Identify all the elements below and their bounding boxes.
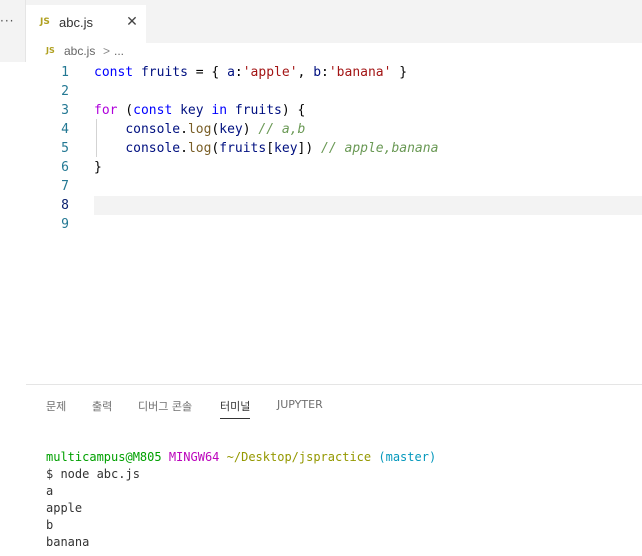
code-text: for (const key in fruits) { (94, 101, 305, 120)
code-line[interactable]: 5 console.log(fruits[key]) // apple,bana… (26, 139, 642, 158)
terminal-output-line: banana (46, 535, 90, 549)
code-text: } (94, 158, 102, 177)
code-token: } (94, 160, 102, 175)
code-token: ( (117, 103, 134, 118)
prompt-branch: (master) (378, 450, 437, 464)
line-number: 9 (61, 217, 69, 232)
code-token: . (180, 141, 188, 156)
line-number: 1 (61, 65, 69, 80)
code-token: log (187, 141, 212, 156)
tab-problems[interactable]: 문제 (46, 398, 66, 414)
terminal-prompt: multicampus@M805 MINGW64 ~/Desktop/jspra… (46, 449, 436, 466)
code-token: [ (266, 141, 275, 156)
code-line[interactable]: 9 (26, 215, 642, 234)
code-token: log (187, 122, 212, 137)
terminal-output-line: b (46, 518, 54, 532)
code-line[interactable]: 6} (26, 158, 642, 177)
javascript-file-icon: JS (40, 17, 50, 27)
code-token: in (211, 103, 228, 118)
code-token: a (227, 65, 235, 80)
terminal-command: $ node abc.js (46, 467, 140, 481)
code-token: const (94, 65, 134, 80)
code-token: fruits (140, 65, 188, 80)
code-token: key (180, 103, 204, 118)
code-token: const (133, 103, 173, 118)
code-token: 'banana' (328, 65, 392, 80)
code-text: console.log(key) // a,b (94, 120, 305, 139)
code-token: } (391, 65, 408, 80)
code-token: : (234, 65, 243, 80)
tab-output[interactable]: 출력 (92, 398, 112, 414)
code-token: fruits (234, 103, 282, 118)
line-number: 5 (61, 141, 69, 156)
tab-label: abc.js (59, 15, 93, 30)
sidebar-edge: ··· (0, 0, 26, 62)
code-line[interactable]: 8 (26, 196, 642, 215)
code-token: for (94, 103, 118, 118)
code-token: console (125, 122, 181, 137)
terminal-output-line: a (46, 484, 54, 498)
line-number: 7 (61, 179, 69, 194)
line-number: 6 (61, 160, 69, 175)
breadcrumb-file[interactable]: abc.js (64, 44, 95, 58)
code-token: , (297, 65, 314, 80)
javascript-file-icon: JS (46, 46, 55, 55)
line-number: 3 (61, 103, 69, 118)
terminal-output-line: apple (46, 501, 83, 515)
code-token: 'apple' (242, 65, 298, 80)
code-line[interactable]: 4 console.log(key) // a,b (26, 120, 642, 139)
code-token: console (125, 141, 181, 156)
code-text: const fruits = { a:'apple', b:'banana' } (94, 63, 407, 82)
code-line[interactable]: 1 const fruits = { a:'apple', b:'banana' … (26, 63, 642, 82)
code-token: // apple,banana (321, 141, 439, 156)
prompt-path: ~/Desktop/jspractice (226, 450, 372, 464)
code-token: b (313, 65, 322, 80)
code-line[interactable]: 3 for (const key in fruits) { (26, 101, 642, 120)
code-token: = { (187, 65, 228, 80)
tab-terminal[interactable]: 터미널 (220, 398, 251, 419)
breadcrumb-symbols[interactable]: ... (114, 44, 124, 58)
breadcrumb: JS abc.js > ... (26, 43, 642, 61)
code-editor[interactable]: 1 const fruits = { a:'apple', b:'banana' … (26, 62, 642, 384)
code-token: : (321, 65, 329, 80)
code-text: console.log(fruits[key]) // apple,banana (94, 139, 438, 158)
prompt-user: multicampus@M805 (46, 450, 162, 464)
chevron-right-icon: > (103, 44, 111, 58)
prompt-env: MINGW64 (168, 450, 220, 464)
code-line[interactable]: 7 (26, 177, 642, 196)
line-number: 8 (61, 198, 69, 213)
code-token: ]) (297, 141, 322, 156)
line-number: 4 (61, 122, 69, 137)
code-line[interactable]: 2 (26, 82, 642, 101)
bottom-panel: 문제 출력 디버그 콘솔 터미널 JUPYTER multicampus@M80… (26, 384, 642, 556)
code-token: key (219, 122, 243, 137)
code-token: // a,b (258, 122, 306, 137)
close-icon[interactable]: ✕ (124, 14, 140, 30)
code-token: key (274, 141, 298, 156)
code-token: . (180, 122, 188, 137)
tab-jupyter[interactable]: JUPYTER (277, 398, 323, 411)
code-token: fruits (219, 141, 267, 156)
line-number: 2 (61, 84, 69, 99)
code-token: ) (242, 122, 259, 137)
tab-debug-console[interactable]: 디버그 콘솔 (138, 398, 192, 414)
more-actions-icon[interactable]: ··· (0, 14, 14, 28)
code-token: ) { (281, 103, 306, 118)
tab-abc-js[interactable]: JS abc.js ✕ (26, 5, 146, 43)
